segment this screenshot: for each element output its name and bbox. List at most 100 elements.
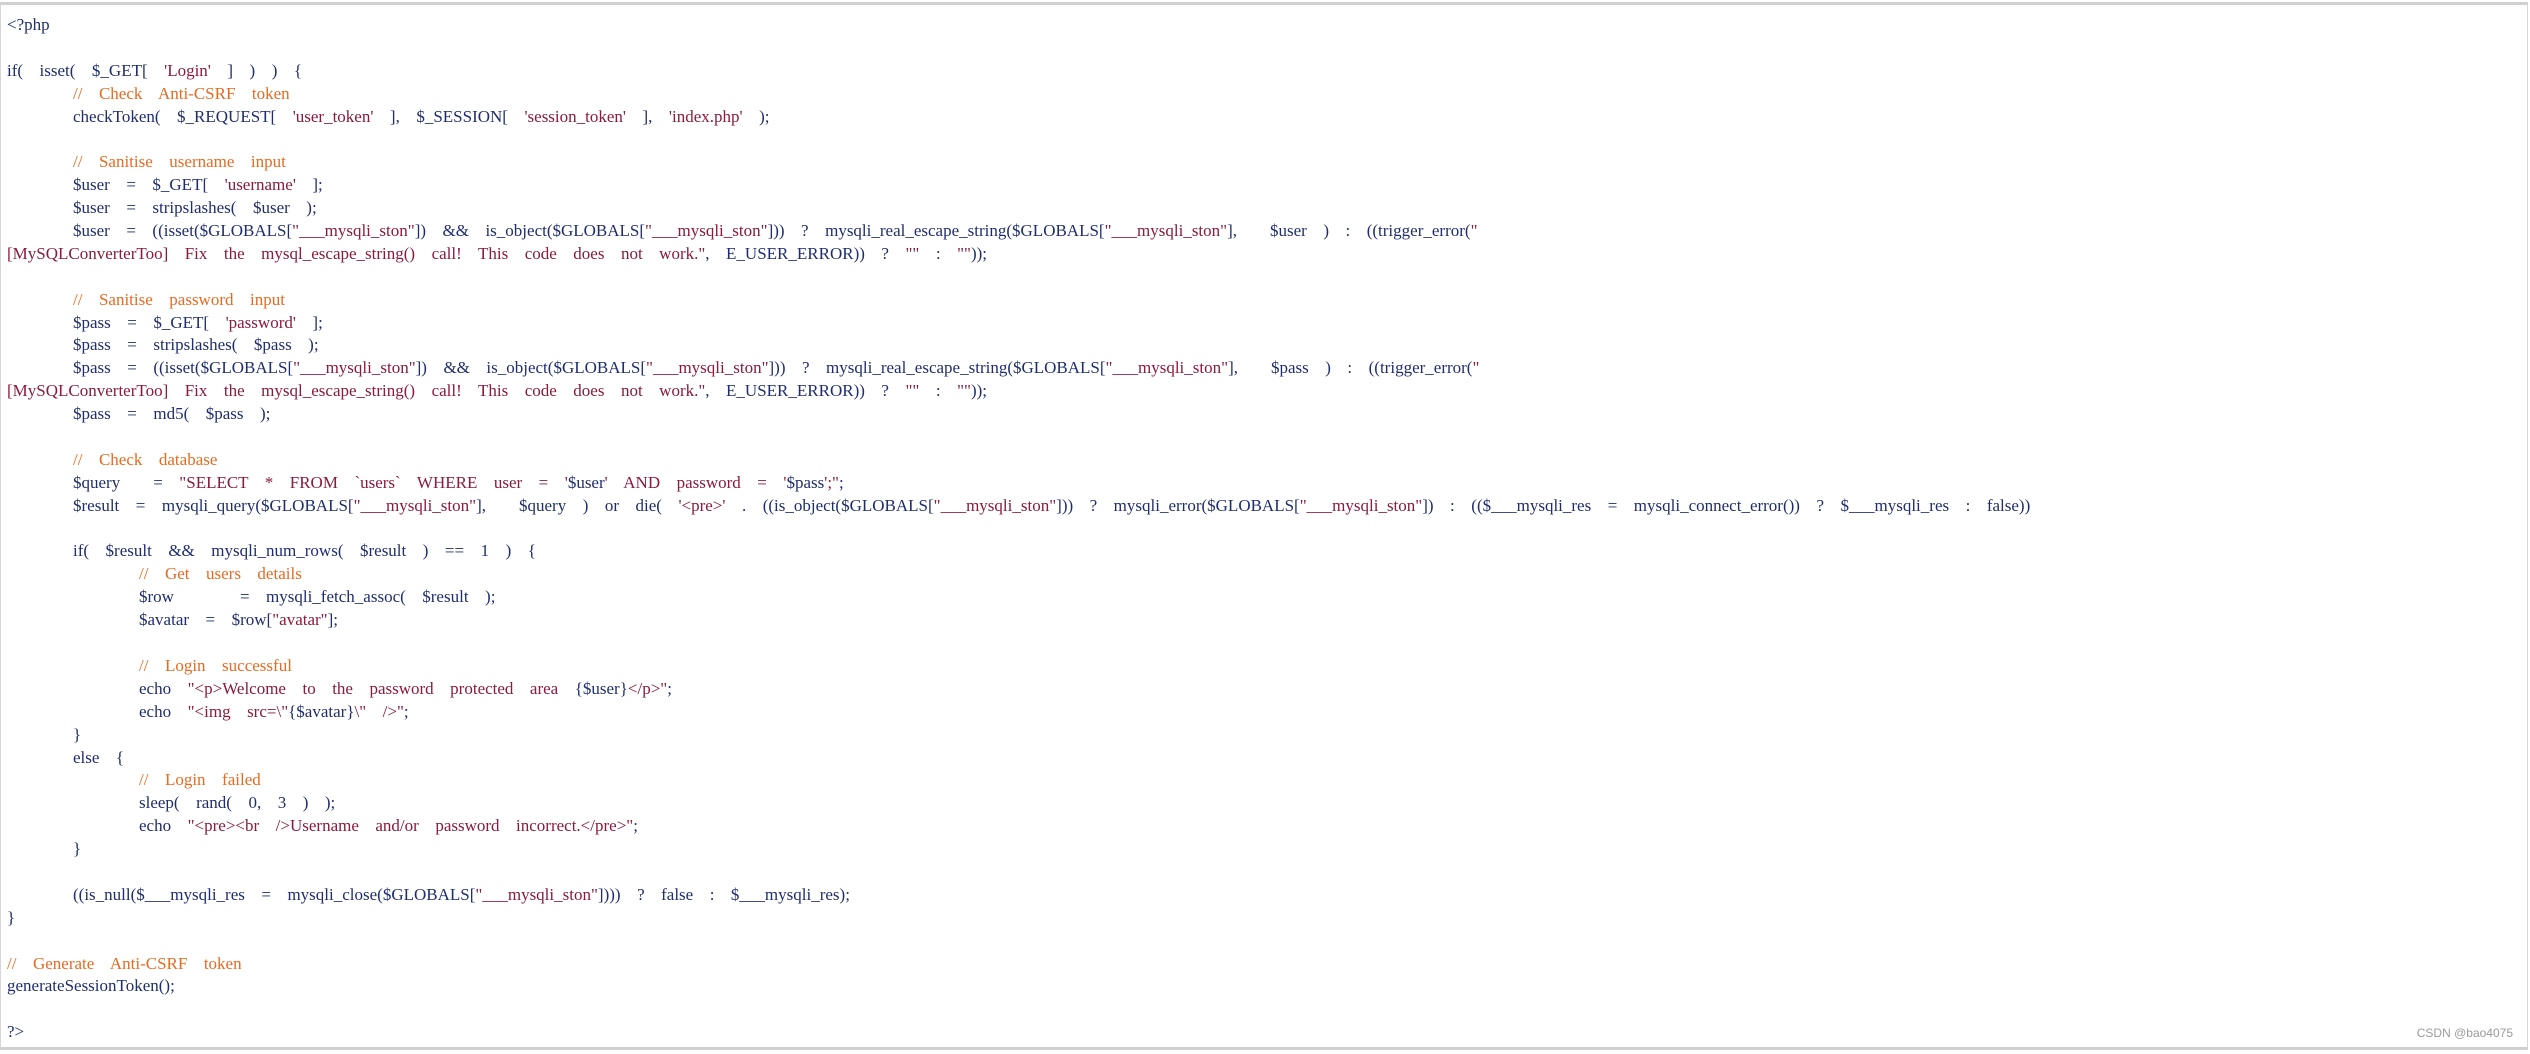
code-token: , E_USER_ERROR)) ? — [705, 243, 906, 263]
code-line: } — [7, 724, 2527, 747]
code-token: )); — [970, 381, 987, 401]
code-line: echo "<img src=\"{$avatar}\" />"; — [7, 701, 2527, 724]
code-token: $query = — [7, 472, 180, 492]
code-token: $user — [567, 472, 605, 492]
code-line: // Check Anti-CSRF token — [7, 83, 2527, 106]
code-token: ], $pass ) : ((trigger_error( — [1228, 358, 1473, 378]
code-string: [MySQLConverterToo] Fix the mysql_escape… — [7, 381, 706, 401]
code-string: </p>" — [627, 678, 668, 698]
code-string: ' AND password = ' — [604, 472, 787, 492]
code-token: echo — [7, 701, 188, 721]
code-string: "" — [957, 243, 971, 263]
code-string: "___mysqli_ston" — [1299, 495, 1423, 515]
code-string: "___mysqli_ston" — [1105, 358, 1229, 378]
code-string: " — [1472, 358, 1480, 378]
code-token: $result = mysqli_query($GLOBALS[ — [7, 495, 354, 515]
code-string: "___mysqli_ston" — [646, 358, 769, 378]
code-token: ], $query ) or die( — [476, 495, 679, 515]
code-token: $row = mysqli_fetch_assoc( $result ); — [7, 587, 496, 607]
code-comment: // Sanitise password input — [73, 289, 285, 309]
code-string: 'username' — [224, 175, 296, 195]
code-block[interactable]: <?php if( isset( $_GET[ 'Login' ] ) ) { … — [7, 14, 2527, 1044]
code-string: "avatar" — [272, 610, 328, 630]
code-token: if( $result && mysqli_num_rows( $result … — [7, 541, 536, 561]
code-comment: // Check Anti-CSRF token — [73, 83, 290, 103]
code-token: echo — [7, 678, 188, 698]
code-token: ], $_SESSION[ — [373, 106, 525, 126]
code-token: ; — [403, 701, 409, 721]
code-token: ], $user ) : ((trigger_error( — [1227, 221, 1471, 241]
code-token: ]; — [327, 610, 339, 630]
code-token: <?php — [7, 15, 50, 34]
code-line: } — [7, 907, 2527, 930]
code-line: $pass = stripslashes( $pass ); — [7, 334, 2527, 357]
code-string: \" />" — [354, 701, 404, 721]
code-token: {$user} — [574, 678, 628, 698]
code-token: ]) && is_object($GLOBALS[ — [415, 358, 646, 378]
code-token: )); — [970, 243, 987, 263]
code-comment: // Login failed — [139, 770, 261, 790]
code-string: '<pre>' — [678, 495, 726, 515]
code-token: . ((is_object($GLOBALS[ — [725, 495, 934, 515]
code-line: ((is_null($___mysqli_res = mysqli_close(… — [7, 884, 2527, 907]
code-token: , E_USER_ERROR)) ? — [705, 381, 906, 401]
code-token: } — [7, 907, 16, 927]
code-token: ])) ? mysqli_error($GLOBALS[ — [1056, 495, 1300, 515]
code-string: "<p>Welcome to the password protected ar… — [187, 678, 575, 698]
code-line: if( $result && mysqli_num_rows( $result … — [7, 540, 2527, 563]
code-string: "" — [957, 381, 971, 401]
code-string: "___mysqli_ston" — [933, 495, 1057, 515]
code-string: "SELECT * FROM `users` WHERE user = ' — [179, 472, 568, 492]
code-string: "<pre><br />Username and/or password inc… — [187, 816, 634, 836]
code-string: "" — [905, 243, 920, 263]
code-string: "___mysqli_ston" — [292, 221, 415, 241]
code-token: $pass = ((isset($GLOBALS[ — [7, 358, 294, 378]
code-string: "___mysqli_ston" — [475, 884, 598, 904]
code-line: // Login successful — [7, 655, 2527, 678]
code-token: if( isset( $_GET[ — [7, 60, 165, 80]
code-string: "___mysqli_ston" — [645, 221, 768, 241]
code-line: // Sanitise username input — [7, 151, 2527, 174]
code-string: 'Login' — [164, 60, 211, 80]
code-line: $pass = $_GET[ 'password' ]; — [7, 312, 2527, 335]
code-comment: // Login successful — [139, 655, 292, 675]
code-token: } — [7, 724, 82, 744]
code-line: <?php — [7, 14, 2527, 37]
code-string: 'session_token' — [524, 106, 626, 126]
code-line: } — [7, 838, 2527, 861]
code-token: : — [919, 381, 958, 401]
code-string: 'user_token' — [292, 106, 374, 126]
code-string: "___mysqli_ston" — [1104, 221, 1228, 241]
code-line: checkToken( $_REQUEST[ 'user_token' ], $… — [7, 106, 2527, 129]
code-token: ((is_null($___mysqli_res = mysqli_close(… — [7, 884, 476, 904]
code-line: ?> — [7, 1021, 2527, 1044]
code-token: generateSessionToken(); — [7, 976, 175, 996]
code-token: ] ) ) { — [210, 60, 303, 80]
code-line: // Sanitise password input — [7, 289, 2527, 312]
code-line: generateSessionToken(); — [7, 975, 2527, 998]
code-token: $pass = md5( $pass ); — [7, 404, 271, 424]
code-string: "" — [905, 381, 920, 401]
code-string: "___mysqli_ston" — [353, 495, 477, 515]
code-line: [MySQLConverterToo] Fix the mysql_escape… — [7, 380, 2527, 403]
code-token: ; — [633, 816, 638, 836]
code-token: ]) && is_object($GLOBALS[ — [414, 221, 646, 241]
code-token: $pass = stripslashes( $pass ); — [7, 335, 319, 355]
code-line: // Get users details — [7, 563, 2527, 586]
code-viewer-frame: <?php if( isset( $_GET[ 'Login' ] ) ) { … — [0, 2, 2528, 1050]
code-token: $user = stripslashes( $user ); — [7, 198, 317, 218]
code-line: $pass = ((isset($GLOBALS[ "___mysqli_ston… — [7, 357, 2527, 380]
code-token: : — [919, 243, 958, 263]
